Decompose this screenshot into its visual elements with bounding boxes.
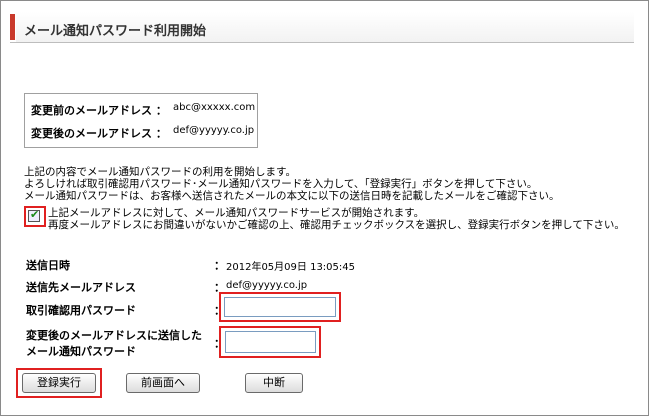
send-datetime-colon: ： [214,259,225,272]
address-summary-box: 変更前のメールアドレス ： abc@xxxxx.com 変更後のメールアドレス … [24,93,258,148]
register-button[interactable]: 登録実行 [22,373,96,393]
confirm-message-line2: 再度メールアドレスにお間違いがないかご確認の上、確認用チェックボックスを選択し、… [48,219,625,231]
after-address-row: 変更後のメールアドレス ： [31,125,167,141]
send-datetime-value: 2012年05月09日 13:05:45 [226,262,355,273]
before-address-label: 変更前のメールアドレス ： [31,104,167,117]
trade-password-label: 取引確認用パスワード [26,304,136,317]
info-message-line3: メール通知パスワードは、お客様へ送信されたメールの本文に以下の送信日時を記載した… [24,190,560,202]
back-button[interactable]: 前画面へ [126,373,200,393]
mail-password-label-line2: メール通知パスワード [26,345,136,358]
cancel-button[interactable]: 中断 [245,373,303,393]
send-address-value: def@yyyyy.co.jp [226,280,308,291]
after-address-value: def@yyyyy.co.jp [173,125,255,136]
title-accent-mark [10,14,15,40]
trade-password-input[interactable] [224,297,336,317]
page-title: メール通知パスワード利用開始 [24,24,207,39]
confirm-checkbox[interactable]: ✔ [28,208,40,222]
send-address-label: 送信先メールアドレス [26,281,136,294]
mail-password-input[interactable] [225,331,316,353]
after-address-label: 変更後のメールアドレス ： [31,127,167,140]
checkmark-icon: ✔ [30,208,40,221]
mail-password-label-line1: 変更後のメールアドレスに送信した [26,329,202,342]
title-underline [10,42,634,43]
send-datetime-label: 送信日時 [26,259,70,272]
confirm-message-line1: 上記メールアドレスに対して、メール通知パスワードサービスが開始されます。 [48,207,425,219]
before-address-value: abc@xxxxx.com [173,102,256,113]
info-message-line2: よろしければ取引確認用パスワード･メール通知パスワードを入力して、「登録実行」ボ… [24,178,538,190]
before-address-row: 変更前のメールアドレス ： [31,102,167,118]
info-message-line1: 上記の内容でメール通知パスワードの利用を開始します。 [24,166,296,178]
